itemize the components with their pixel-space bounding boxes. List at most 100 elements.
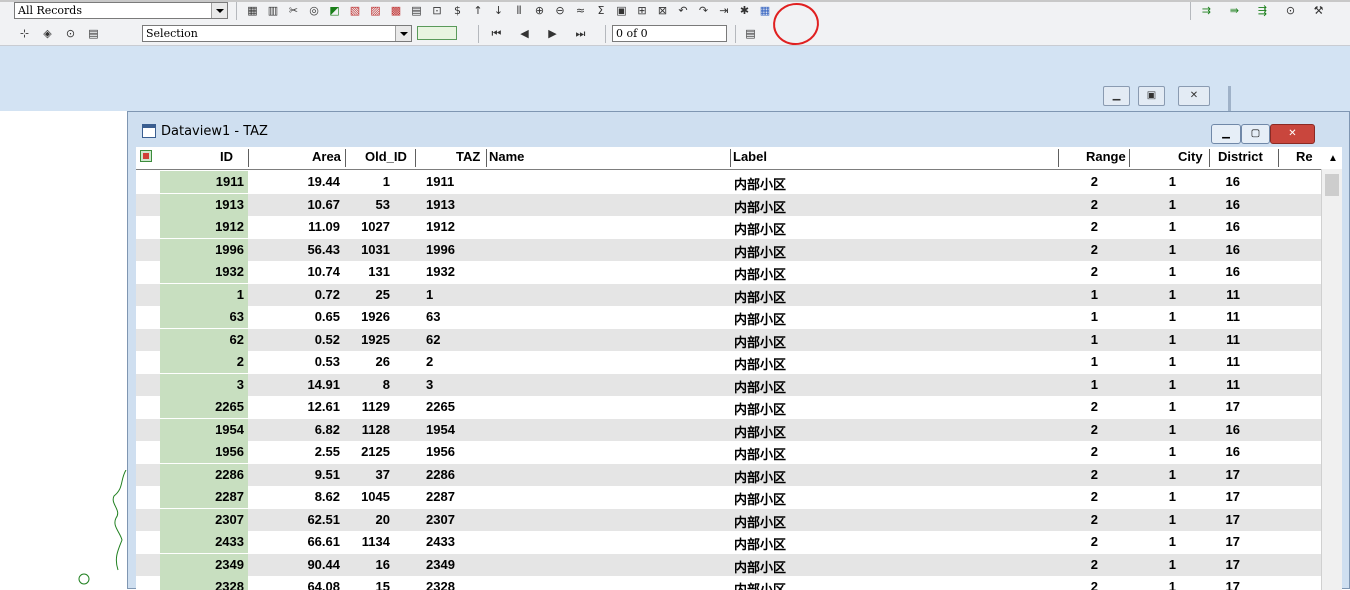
cell-old-id[interactable]: 15	[376, 579, 390, 590]
selection-pattern-icon[interactable]	[417, 26, 457, 40]
cell-old-id[interactable]: 1031	[361, 242, 390, 257]
cell-area[interactable]: 11.09	[308, 219, 340, 234]
cell-district[interactable]: 17	[1226, 534, 1240, 549]
cell-range[interactable]: 1	[1091, 354, 1098, 369]
cell-taz[interactable]: 1912	[426, 219, 455, 234]
table-row[interactable]: 3 14.91 8 3 内部小区 1 1 11	[136, 373, 1321, 396]
cell-old-id[interactable]: 1045	[361, 489, 390, 504]
binoculars-icon[interactable]: ◎	[306, 3, 323, 19]
cell-id[interactable]: 1956	[215, 444, 244, 459]
window-close-button[interactable]: ✕	[1270, 124, 1315, 144]
cell-taz[interactable]: 2286	[426, 467, 455, 482]
cell-label[interactable]: 内部小区	[734, 287, 786, 306]
record-filter-combo[interactable]: All Records	[14, 2, 228, 19]
table-row[interactable]: 2328 64.08 15 2328 内部小区 2 1 17	[136, 576, 1321, 590]
lock-icon[interactable]: ⊡	[429, 3, 446, 19]
cell-old-id[interactable]: 53	[376, 197, 390, 212]
cell-label[interactable]: 内部小区	[734, 534, 786, 553]
cell-range[interactable]: 1	[1091, 377, 1098, 392]
cell-old-id[interactable]: 25	[376, 287, 390, 302]
cell-range[interactable]: 2	[1091, 197, 1098, 212]
cell-district[interactable]: 17	[1226, 489, 1240, 504]
dataview-window[interactable]: Dataview1 - TAZ ▁ ▢ ✕ ID Area Old_ID TAZ…	[127, 111, 1350, 590]
cell-range[interactable]: 2	[1091, 579, 1098, 590]
select-icon[interactable]: ◈	[39, 26, 56, 42]
palette-icon[interactable]: ▦	[757, 3, 774, 19]
scissors-icon[interactable]: ✂	[285, 3, 302, 19]
record-position-field[interactable]: 0 of 0	[612, 25, 727, 42]
cell-taz[interactable]: 63	[426, 309, 440, 324]
cell-city[interactable]: 1	[1169, 264, 1176, 279]
cell-taz[interactable]: 2328	[426, 579, 455, 590]
selection-set-combo[interactable]: Selection	[142, 25, 412, 42]
col-divider[interactable]	[345, 149, 346, 167]
table-row[interactable]: 1912 11.09 1027 1912 内部小区 2 1 16	[136, 216, 1321, 238]
cell-taz[interactable]: 1956	[426, 444, 455, 459]
cell-taz[interactable]: 1911	[426, 174, 454, 189]
cell-label[interactable]: 内部小区	[734, 174, 786, 193]
cell-label[interactable]: 内部小区	[734, 467, 786, 486]
window-maximize-button[interactable]: ▢	[1241, 124, 1270, 144]
cell-id[interactable]: 1913	[215, 197, 244, 212]
col-divider[interactable]	[1278, 149, 1279, 167]
cell-city[interactable]: 1	[1169, 197, 1176, 212]
formula-icon[interactable]: Σ	[593, 3, 610, 19]
record-filter-dropdown-icon[interactable]	[211, 3, 227, 18]
cell-label[interactable]: 内部小区	[734, 489, 786, 508]
cell-district[interactable]: 11	[1226, 287, 1240, 302]
window-minimize-button[interactable]: ▁	[1211, 124, 1241, 144]
cell-id[interactable]: 1932	[215, 264, 244, 279]
vertical-scrollbar[interactable]	[1321, 169, 1342, 590]
cell-id[interactable]: 1912	[215, 219, 244, 234]
cell-old-id[interactable]: 1129	[362, 399, 390, 414]
pattern2-icon[interactable]: ▩	[388, 3, 405, 19]
cell-id[interactable]: 2265	[215, 399, 244, 414]
cell-city[interactable]: 1	[1169, 444, 1176, 459]
col-header-city[interactable]: City	[1178, 149, 1203, 164]
cell-taz[interactable]: 1	[426, 287, 433, 302]
layout-icon[interactable]: ▤	[742, 26, 759, 42]
cell-taz[interactable]: 2349	[426, 557, 455, 572]
col-header-old-id[interactable]: Old_ID	[365, 149, 407, 164]
dataview-titlebar[interactable]: Dataview1 - TAZ ▁ ▢ ✕	[128, 112, 1349, 145]
cell-taz[interactable]: 1932	[426, 264, 455, 279]
xy-icon[interactable]: ≈	[572, 3, 589, 19]
table-row[interactable]: 2286 9.51 37 2286 内部小区 2 1 17	[136, 463, 1321, 486]
table-row[interactable]: 1913 10.67 53 1913 内部小区 2 1 16	[136, 193, 1321, 216]
table-row[interactable]: 2265 12.61 1129 2265 内部小区 2 1 17	[136, 396, 1321, 418]
cell-label[interactable]: 内部小区	[734, 264, 786, 283]
cell-area[interactable]: 10.74	[307, 264, 340, 279]
first-record-icon[interactable]: ⏮	[488, 26, 505, 42]
network-icon[interactable]: ⇉	[1198, 3, 1215, 19]
cell-range[interactable]: 2	[1091, 467, 1098, 482]
sort-ascending-icon[interactable]: ↑	[470, 3, 487, 19]
cell-city[interactable]: 1	[1169, 512, 1176, 527]
table-row[interactable]: 1911 19.44 1 1911 内部小区 2 1 16	[136, 171, 1321, 193]
cell-district[interactable]: 17	[1226, 579, 1240, 590]
cell-label[interactable]: 内部小区	[734, 579, 786, 590]
tools-icon[interactable]: ⚒	[1310, 3, 1327, 19]
cell-city[interactable]: 1	[1169, 242, 1176, 257]
cell-area[interactable]: 0.65	[315, 309, 340, 324]
cell-area[interactable]: 9.51	[315, 467, 340, 482]
cell-district[interactable]: 16	[1226, 264, 1240, 279]
cell-area[interactable]: 64.08	[307, 579, 340, 590]
calculator-icon[interactable]: ▤	[408, 3, 425, 19]
undo-icon[interactable]: ↶	[675, 3, 692, 19]
add-layer-icon[interactable]: ⊹	[16, 26, 33, 42]
cell-id[interactable]: 1954	[215, 422, 244, 437]
cell-label[interactable]: 内部小区	[734, 242, 786, 261]
cell-area[interactable]: 62.51	[307, 512, 340, 527]
mdi-restore-button[interactable]: ▣	[1138, 86, 1165, 106]
table-icon[interactable]: ▦	[244, 3, 261, 19]
col-header-id[interactable]: ID	[220, 149, 233, 164]
cell-id[interactable]: 1996	[215, 242, 244, 257]
cell-range[interactable]: 2	[1091, 219, 1098, 234]
cell-old-id[interactable]: 16	[376, 557, 390, 572]
cell-label[interactable]: 内部小区	[734, 309, 786, 328]
sort-arrow-icon[interactable]: ▲	[1328, 153, 1338, 164]
cell-city[interactable]: 1	[1169, 309, 1176, 324]
cell-label[interactable]: 内部小区	[734, 377, 786, 396]
cell-id[interactable]: 2328	[215, 579, 244, 590]
col-header-range[interactable]: Range	[1086, 149, 1126, 164]
